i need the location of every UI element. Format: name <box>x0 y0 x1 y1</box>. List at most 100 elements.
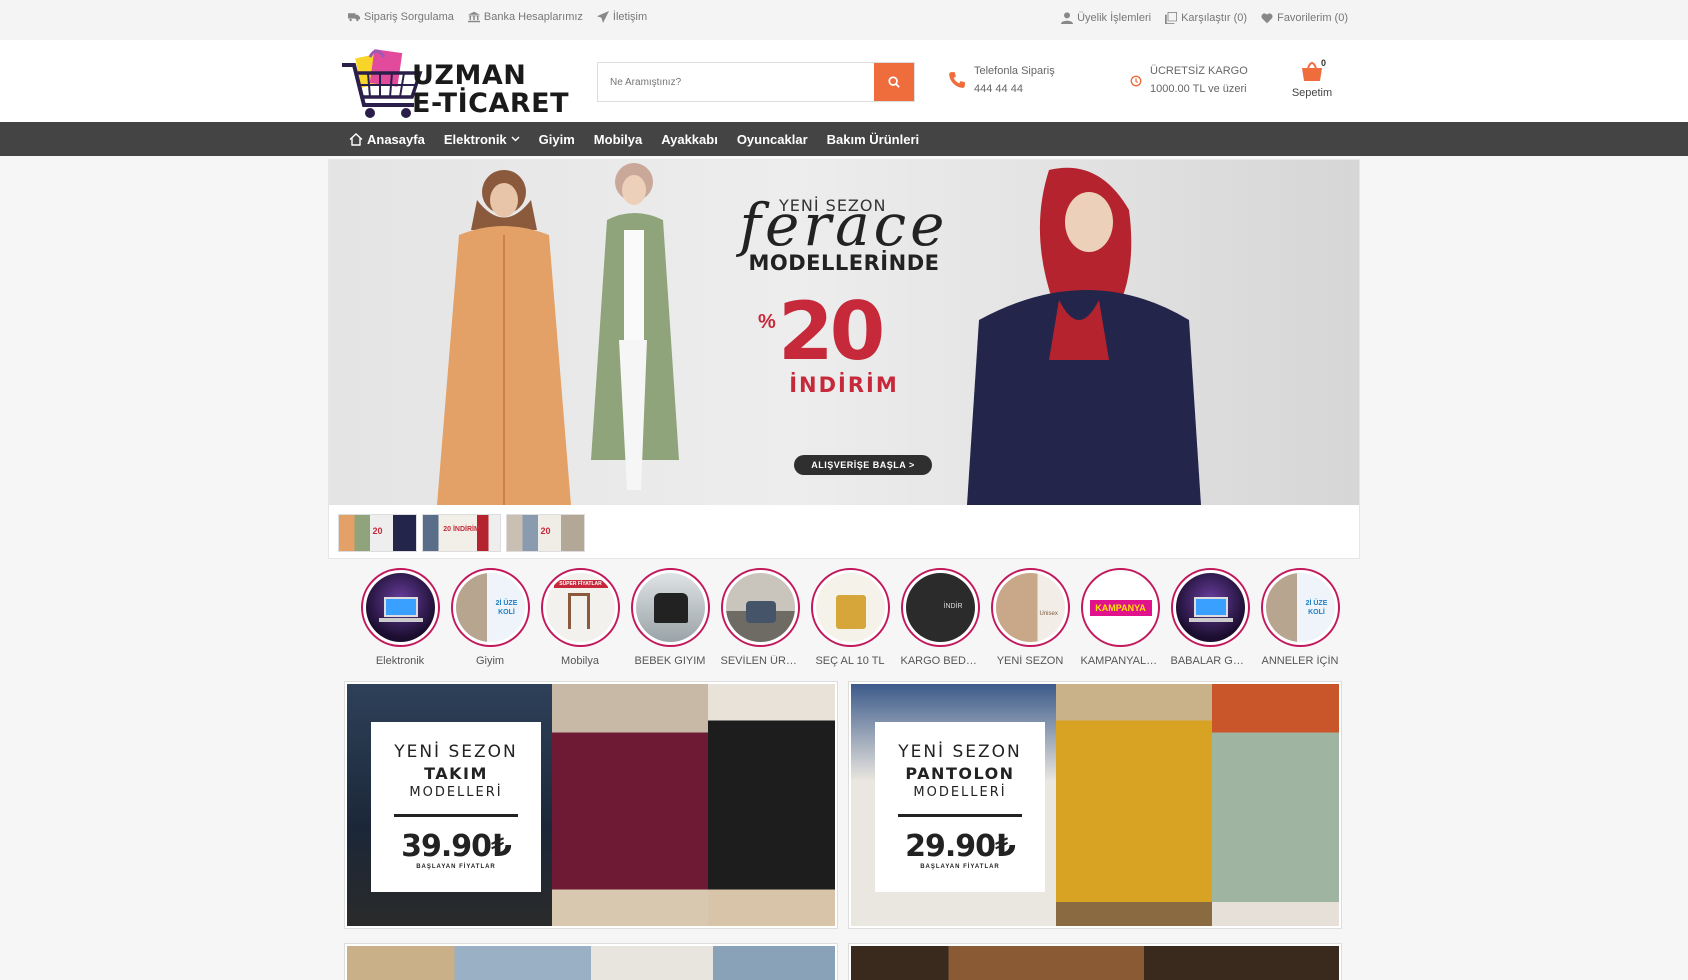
armchair-icon <box>745 601 776 623</box>
promo-takim-line-1: YENİ SEZON <box>394 742 518 762</box>
promo-takim-price: 39.90₺ <box>401 829 512 864</box>
nav-mobilya[interactable]: Mobilya <box>594 132 642 147</box>
nav-elektronik[interactable]: Elektronik <box>444 132 520 147</box>
discount-block: % 20 <box>724 285 964 378</box>
nav-oyuncaklar[interactable]: Oyuncaklar <box>737 132 808 147</box>
story-ring: 2İ ÜZE KOLİ <box>1260 568 1340 647</box>
story-mobilya[interactable]: SÜPER FİYATLAR Mobilya <box>540 568 620 667</box>
cart-label: Sepetim <box>1291 87 1333 99</box>
bank-icon <box>467 11 480 23</box>
story-kargo-bedava[interactable]: İNDİR KARGO BEDAVA <box>900 568 980 667</box>
nav-giyim[interactable]: Giyim <box>539 132 575 147</box>
promo-banners: YENİ SEZON TAKIM MODELLERİ 39.90₺ BAŞLAY… <box>344 681 1344 929</box>
story-label: YENİ SEZON <box>996 655 1064 667</box>
story-ring: Unisex <box>990 568 1070 647</box>
slider-thumb-1-label: 20 <box>372 525 383 536</box>
compare-link[interactable]: Karşılaştır (0) <box>1165 12 1247 24</box>
slider-thumb-1[interactable]: 20 <box>338 514 417 552</box>
promo-takim-price-sub: BAŞLAYAN FİYATLAR <box>416 864 496 870</box>
story-label: KAMPANYALI ÜRÜNLER <box>1080 655 1160 667</box>
heart-icon <box>1261 13 1273 24</box>
search-input[interactable] <box>598 63 874 101</box>
story-kampanyali-urunler[interactable]: KAMPANYA KAMPANYALI ÜRÜNLER <box>1080 568 1160 667</box>
compare-label: Karşılaştır (0) <box>1181 12 1248 24</box>
phone-order-title: Telefonla Sipariş <box>974 65 1055 77</box>
cart-count: 0 <box>1320 58 1326 68</box>
nav-mobilya-label: Mobilya <box>593 131 643 147</box>
story-babalar-gunu[interactable]: BABALAR GÜNÜ <box>1170 568 1250 667</box>
story-image-bag <box>815 573 885 642</box>
promo-photo-3 <box>1212 684 1339 926</box>
story-label: SEVİLEN ÜRÜNLER <box>720 655 800 667</box>
laptop-base <box>1188 618 1233 622</box>
story-bebek-giyim[interactable]: BEBEK GIYIM <box>630 568 710 667</box>
story-giyim[interactable]: 2İ ÜZE KOLİ Giyim <box>450 568 530 667</box>
story-label: ANNELER İÇİN <box>1261 655 1339 667</box>
story-elektronik[interactable]: Elektronik <box>360 568 440 667</box>
free-shipping-info: ÜCRETSİZ KARGO 1000.00 TL ve üzeri <box>1130 65 1248 95</box>
story-sevilen-urunler[interactable]: SEVİLEN ÜRÜNLER <box>720 568 800 667</box>
top-bar: Sipariş Sorgulama Banka Hesaplarımız İle… <box>0 0 1688 40</box>
shop-now-button[interactable]: ALIŞVERİŞE BAŞLA > <box>794 455 932 475</box>
story-ring: İNDİR <box>900 568 980 647</box>
contact-label: İletişim <box>612 11 648 23</box>
slider-thumb-2[interactable]: 20 İNDİRİM <box>422 514 501 552</box>
user-icon <box>1061 12 1074 24</box>
story-label: BABALAR GÜNÜ <box>1170 655 1250 667</box>
order-tracking-link[interactable]: Sipariş Sorgulama <box>348 11 454 23</box>
nav-home[interactable]: Anasayfa <box>349 132 425 147</box>
search-button[interactable] <box>874 63 914 101</box>
story-badge-text: 2İ ÜZE KOLİ <box>495 600 518 616</box>
story-badge-text: 2İ ÜZE KOLİ <box>1305 600 1328 616</box>
story-ring: SÜPER FİYATLAR <box>540 568 620 647</box>
search-icon <box>888 76 900 88</box>
top-left-links: Sipariş Sorgulama Banka Hesaplarımız İle… <box>348 11 647 23</box>
promo-row2-right[interactable] <box>848 943 1342 980</box>
handbag-icon <box>835 595 866 629</box>
story-sec-al-10-tl[interactable]: SEÇ AL 10 TL <box>810 568 890 667</box>
story-image-laptop-2 <box>1175 573 1245 642</box>
promo-pantolon[interactable]: YENİ SEZON PANTOLON MODELLERİ 29.90₺ BAŞ… <box>848 681 1342 929</box>
story-ring <box>720 568 800 647</box>
discount-percent: 20 <box>778 285 885 378</box>
site-header: UZMAN E-TİCARET Telefonla Sipariş 444 44… <box>0 40 1688 122</box>
compare-icon <box>1165 12 1178 24</box>
nav-home-label: Anasayfa <box>367 131 425 147</box>
contact-link[interactable]: İletişim <box>596 11 648 23</box>
site-logo[interactable]: UZMAN E-TİCARET <box>340 43 570 121</box>
story-label: BEBEK GIYIM <box>634 655 706 667</box>
phone-order-info[interactable]: Telefonla Sipariş 444 44 44 <box>948 65 1055 95</box>
story-image-tshirt: İNDİR <box>905 573 975 642</box>
free-shipping-threshold: 1000.00 TL ve üzeri <box>1150 83 1247 95</box>
nav-ayakkabi[interactable]: Ayakkabı <box>661 132 718 147</box>
category-stories: Elektronik 2İ ÜZE KOLİ Giyim SÜPER FİYAT… <box>328 568 1360 667</box>
story-ring <box>1170 568 1250 647</box>
story-image-living-room <box>725 573 795 642</box>
promo-pantolon-line-1: YENİ SEZON <box>898 742 1022 762</box>
bank-accounts-link[interactable]: Banka Hesaplarımız <box>467 11 583 23</box>
story-image-mothers: 2İ ÜZE KOLİ <box>1265 573 1335 642</box>
stroller-icon <box>653 593 688 623</box>
story-yeni-sezon[interactable]: Unisex YENİ SEZON <box>990 568 1070 667</box>
promo-divider <box>394 814 518 817</box>
hero-banner[interactable]: YENİ SEZON ferace MODELLERİNDE % 20 İNDİ… <box>329 160 1359 505</box>
nav-bakim-urunleri[interactable]: Bakım Ürünleri <box>827 132 919 147</box>
search-bar <box>597 62 915 102</box>
membership-link[interactable]: Üyelik İşlemleri <box>1061 12 1151 24</box>
story-ring <box>810 568 890 647</box>
promo-row2-left[interactable] <box>344 943 838 980</box>
story-anneler-icin[interactable]: 2İ ÜZE KOLİ ANNELER İÇİN <box>1260 568 1340 667</box>
favorites-link[interactable]: Favorilerim (0) <box>1261 12 1348 24</box>
send-icon <box>596 11 609 23</box>
promo-takim[interactable]: YENİ SEZON TAKIM MODELLERİ 39.90₺ BAŞLAY… <box>344 681 838 929</box>
slider-thumb-3[interactable]: 20 <box>506 514 585 552</box>
logo-line-2: E-TİCARET <box>412 88 570 119</box>
cart-button[interactable]: 0 Sepetim <box>1288 58 1336 99</box>
story-ring <box>360 568 440 647</box>
bank-accounts-label: Banka Hesaplarımız <box>483 11 583 23</box>
order-tracking-label: Sipariş Sorgulama <box>364 11 454 23</box>
main-nav: Anasayfa Elektronik Giyim Mobilya Ayakka… <box>0 122 1688 156</box>
promo-takim-image: YENİ SEZON TAKIM MODELLERİ 39.90₺ BAŞLAY… <box>347 684 835 926</box>
logo-line-1: UZMAN <box>412 60 527 91</box>
favorites-label: Favorilerim (0) <box>1277 12 1348 24</box>
